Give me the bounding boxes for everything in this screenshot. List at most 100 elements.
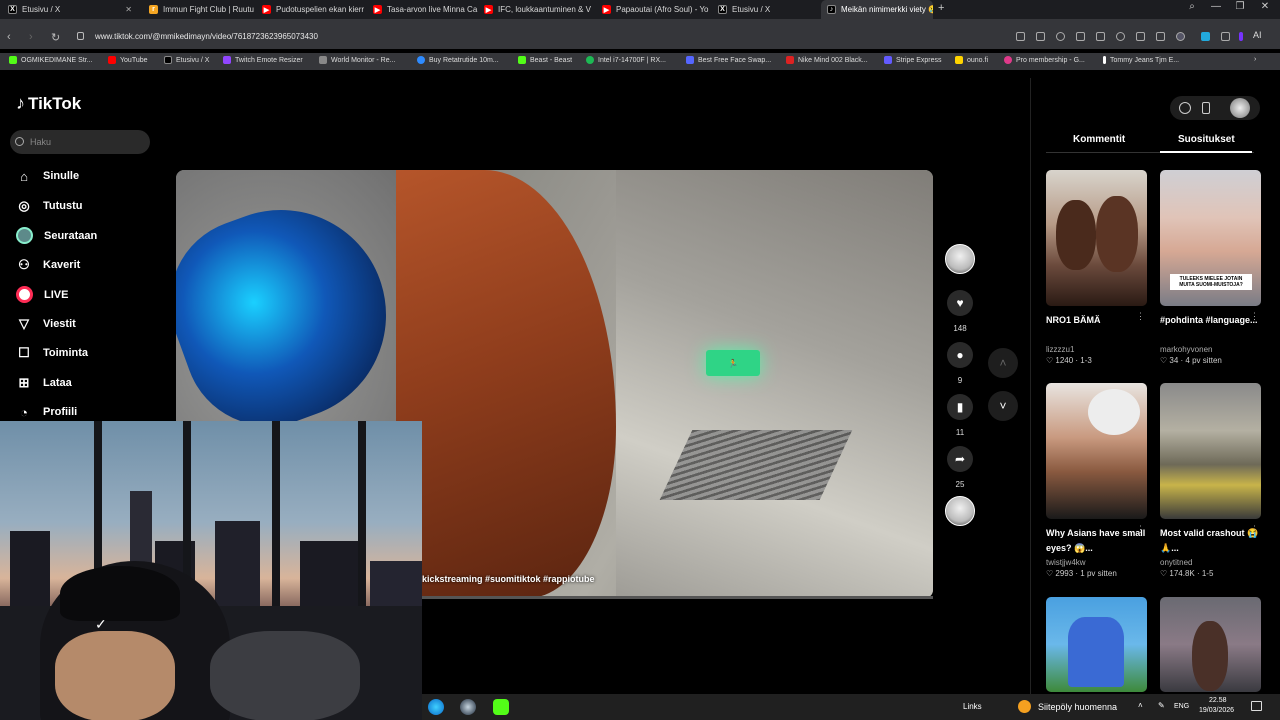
recommended-video-card[interactable]: [1160, 597, 1261, 692]
clock-time[interactable]: 22.58: [1209, 697, 1227, 704]
play-icon[interactable]: [1096, 32, 1105, 41]
nav-item-tutustu[interactable]: ◎ Tutustu: [16, 198, 82, 214]
browser-tab[interactable]: r Immun Fight Club | Ruutu: [143, 0, 256, 19]
card-author[interactable]: markohyvonen: [1160, 345, 1261, 354]
forward-icon[interactable]: ›: [29, 31, 33, 43]
share-button[interactable]: ➦: [947, 446, 973, 472]
comment-button[interactable]: ●: [947, 342, 973, 368]
new-tab-icon[interactable]: +: [938, 2, 944, 14]
recommended-video-card[interactable]: Most valid crashout 😭🙏... onytitned ♡ 17…: [1160, 383, 1261, 578]
more-options-icon[interactable]: ⋮: [1250, 524, 1259, 535]
tiktok-logo[interactable]: ♪ TikTok: [16, 93, 81, 114]
bookmark-item[interactable]: Best Free Face Swap...: [686, 56, 771, 64]
search-tabs-icon[interactable]: ⌕: [1181, 1, 1203, 12]
video-caption[interactable]: kickstreaming #suomitiktok #rappiotube: [422, 574, 595, 584]
search-input[interactable]: [30, 137, 140, 147]
close-tab-icon[interactable]: ✕: [125, 5, 132, 14]
recommended-video-card[interactable]: TULEEKS MIELEE JOTAIN MUITA SUOMI-MUISTO…: [1160, 170, 1261, 365]
browser-tab[interactable]: X Etusivu / X ✕: [2, 0, 138, 19]
video-thumbnail[interactable]: [1046, 597, 1147, 692]
video-progress-bar[interactable]: [421, 596, 933, 599]
card-author[interactable]: lizzzzu1: [1046, 345, 1147, 354]
purple-extension-icon[interactable]: [1239, 32, 1243, 41]
close-window-icon[interactable]: ✕: [1254, 1, 1276, 12]
next-video-button[interactable]: ˅: [988, 391, 1018, 421]
bookmark-item[interactable]: Stripe Express: [884, 56, 942, 64]
maximize-icon[interactable]: ❐: [1229, 1, 1251, 12]
browser-tab[interactable]: ▶ Papaoutai (Afro Soul) - Yo: [596, 0, 709, 19]
music-disc-avatar[interactable]: [945, 496, 975, 526]
bookmark-item[interactable]: Beast - Beast: [518, 56, 572, 64]
browser-tab[interactable]: ▶ IFC, loukkaantuminen & V: [478, 0, 591, 19]
creator-avatar[interactable]: [945, 244, 975, 274]
recommended-video-card[interactable]: [1046, 597, 1147, 692]
bookmark-item[interactable]: OGMIKEDIMANE Str...: [9, 56, 93, 64]
browser-tab-active[interactable]: ♪ Meikän nimimerkki viety 😢: [821, 0, 933, 19]
menu-icon[interactable]: [1156, 32, 1165, 41]
bookmark-item[interactable]: Etusivu / X: [164, 56, 209, 64]
bookmark-item[interactable]: World Monitor - Re...: [319, 56, 395, 64]
download-icon[interactable]: [1136, 32, 1145, 41]
device-icon[interactable]: [1202, 102, 1210, 114]
recommended-video-card[interactable]: NRO1 BÄMÄ lizzzzu1 ♡ 1240 · 1-3 ⋮: [1046, 170, 1147, 365]
install-app-icon[interactable]: [1016, 32, 1025, 41]
bookmarks-overflow-icon[interactable]: ›: [1254, 56, 1256, 63]
url-field[interactable]: www.tiktok.com/@mmikedimayn/video/761872…: [95, 32, 318, 41]
nav-item-live[interactable]: LIVE: [16, 286, 68, 303]
tab-suositukset[interactable]: Suositukset: [1178, 134, 1235, 145]
nav-item-seurataan[interactable]: Seurataan: [16, 227, 97, 244]
browser-tab[interactable]: ▶ Tasa-arvon live Minna Ca: [367, 0, 478, 19]
save-button[interactable]: ▮: [947, 394, 973, 420]
camera-icon[interactable]: [1036, 32, 1045, 41]
bookmark-item[interactable]: Tommy Jeans Tjm E...: [1103, 56, 1179, 64]
nav-item-kaverit[interactable]: ⚇ Kaverit: [16, 257, 80, 273]
user-avatar[interactable]: [1230, 98, 1250, 118]
profile-icon[interactable]: [1176, 32, 1185, 41]
clock-date[interactable]: 19/03/2026: [1199, 707, 1234, 714]
lock-icon[interactable]: [77, 32, 84, 40]
bookmark-item[interactable]: Pro membership - G...: [1004, 56, 1085, 64]
nav-item-profiili[interactable]: ◔ Profiili: [16, 404, 77, 420]
recommended-video-card[interactable]: Why Asians have small eyes? 😱... twistjj…: [1046, 383, 1147, 578]
video-thumbnail[interactable]: [1160, 597, 1261, 692]
nav-item-sinulle[interactable]: ⌂ Sinulle: [16, 168, 79, 184]
ai-button[interactable]: AI: [1253, 30, 1262, 40]
tray-chevron-icon[interactable]: ˄: [1138, 701, 1143, 710]
video-thumbnail[interactable]: [1160, 383, 1261, 519]
nav-item-viestit[interactable]: ▽ Viestit: [16, 316, 76, 332]
links-toolbar[interactable]: Links: [963, 702, 982, 711]
back-icon[interactable]: ‹: [7, 31, 11, 43]
shield-icon[interactable]: [1056, 32, 1065, 41]
video-thumbnail[interactable]: [1046, 383, 1147, 519]
favorites-icon[interactable]: [1116, 32, 1125, 41]
browser-tab[interactable]: ▶ Pudotuspelien ekan kierr: [256, 0, 367, 19]
language-indicator[interactable]: ENG: [1174, 703, 1189, 710]
coin-icon[interactable]: [1179, 102, 1191, 114]
reload-icon[interactable]: ↻: [51, 31, 60, 44]
nav-item-toiminta[interactable]: ☐ Toiminta: [16, 345, 88, 361]
weather-icon[interactable]: [1018, 700, 1031, 713]
cube-icon[interactable]: [1221, 32, 1230, 41]
browser-tab[interactable]: X Etusivu / X: [712, 0, 817, 19]
edge-icon[interactable]: [428, 699, 444, 715]
pen-icon[interactable]: ✎: [1158, 701, 1165, 710]
bookmark-item[interactable]: Intel i7-14700F | RX...: [586, 56, 666, 64]
more-options-icon[interactable]: ⋮: [1136, 311, 1145, 322]
like-button[interactable]: ♥: [947, 290, 973, 316]
tiktok-extension-icon[interactable]: [1201, 32, 1210, 41]
card-author[interactable]: twistjjw4kw: [1046, 558, 1147, 567]
bookmark-item[interactable]: Buy Retatrutide 10m...: [417, 56, 499, 64]
bookmark-item[interactable]: Nike Mind 002 Black...: [786, 56, 868, 64]
steam-icon[interactable]: [460, 699, 476, 715]
weather-text[interactable]: Siitepöly huomenna: [1038, 702, 1117, 712]
tab-kommentit[interactable]: Kommentit: [1073, 134, 1125, 145]
previous-video-button[interactable]: ˄: [988, 348, 1018, 378]
more-options-icon[interactable]: ⋮: [1250, 311, 1259, 322]
video-thumbnail[interactable]: [1046, 170, 1147, 306]
card-author[interactable]: onytitned: [1160, 558, 1261, 567]
bookmark-item[interactable]: YouTube: [108, 56, 148, 64]
more-options-icon[interactable]: ⋮: [1136, 524, 1145, 535]
search-box[interactable]: [10, 130, 150, 154]
extension-icon[interactable]: [1076, 32, 1085, 41]
video-thumbnail[interactable]: TULEEKS MIELEE JOTAIN MUITA SUOMI-MUISTO…: [1160, 170, 1261, 306]
